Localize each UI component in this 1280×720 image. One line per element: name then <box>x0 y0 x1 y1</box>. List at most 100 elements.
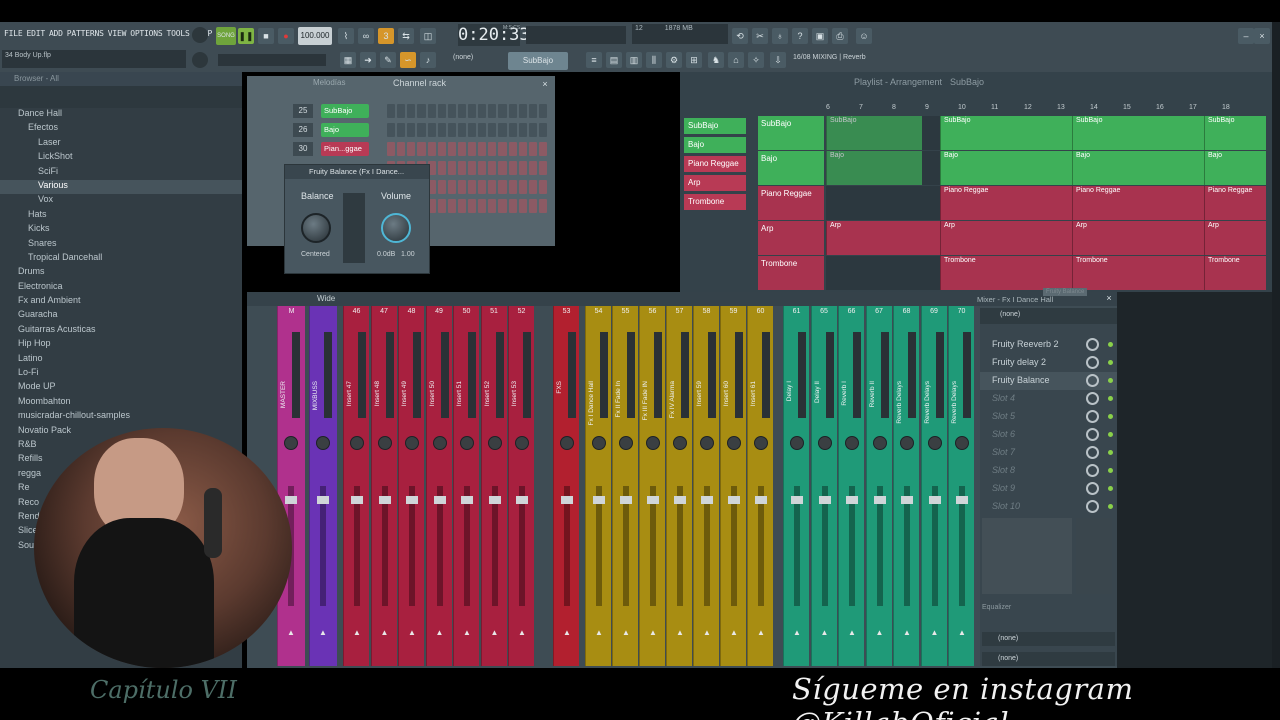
step-button[interactable] <box>498 199 507 213</box>
effect-slot[interactable]: Slot 10 <box>980 498 1117 516</box>
snap-select[interactable]: (none) <box>450 53 490 67</box>
route-arrow-icon[interactable]: ▲ <box>436 628 444 637</box>
slot-enable-led[interactable] <box>1108 504 1113 509</box>
fader-handle[interactable] <box>647 496 659 504</box>
route-arrow-icon[interactable]: ▲ <box>518 628 526 637</box>
volume-fader[interactable] <box>593 486 605 606</box>
insert-name[interactable]: Insert 60 <box>723 381 735 406</box>
step-button[interactable] <box>407 123 416 137</box>
browser-item[interactable]: Electronica <box>0 281 242 295</box>
browser-item[interactable]: Mode UP <box>0 381 242 395</box>
cut-icon[interactable]: ✂ <box>752 28 768 44</box>
step-button[interactable] <box>538 161 547 175</box>
step-button[interactable] <box>427 123 436 137</box>
undo-icon[interactable]: ⟲ <box>732 28 748 44</box>
step-button[interactable] <box>488 199 497 213</box>
slot-enable-led[interactable] <box>1108 414 1113 419</box>
step-button[interactable] <box>498 123 507 137</box>
volume-fader[interactable] <box>647 486 659 606</box>
volume-fader[interactable] <box>791 486 803 606</box>
route-arrow-icon[interactable]: ▲ <box>491 628 499 637</box>
pan-knob[interactable] <box>487 436 502 450</box>
insert-name[interactable]: Delay II <box>814 381 826 403</box>
wait-icon[interactable]: ◫ <box>420 28 436 44</box>
step-button[interactable] <box>498 104 507 118</box>
pan-knob[interactable] <box>592 436 606 450</box>
mixer-insert-strip[interactable]: 49 Insert 50 ▲ <box>425 306 452 666</box>
step-button[interactable] <box>397 104 406 118</box>
insert-name[interactable]: Reverb Delays <box>924 381 936 424</box>
volume-fader[interactable] <box>674 486 686 606</box>
step-button[interactable] <box>508 123 517 137</box>
fader-handle[interactable] <box>378 496 391 504</box>
chat-icon[interactable]: ☺ <box>856 28 872 44</box>
slot-mix-knob[interactable] <box>1086 338 1099 351</box>
fader-handle[interactable] <box>873 496 886 504</box>
playlist-clip[interactable]: Trombone <box>1072 256 1204 290</box>
fader-handle[interactable] <box>461 496 473 504</box>
fader-handle[interactable] <box>928 496 941 504</box>
step-button[interactable] <box>518 180 527 194</box>
pan-knob[interactable] <box>955 436 969 450</box>
playlist-clip[interactable]: Arp <box>940 221 1072 255</box>
mixer-insert-strip[interactable]: 54 Fx I Dance Hall ▲ <box>585 306 611 666</box>
browser-item[interactable]: SciFi <box>0 166 242 180</box>
step-button[interactable] <box>538 123 547 137</box>
insert-name[interactable]: Insert 47 <box>346 381 358 406</box>
volume-fader[interactable] <box>956 486 968 606</box>
mixer-insert-strip[interactable]: MIXBUSS ▲ <box>309 306 337 666</box>
browser-item[interactable]: Vox <box>0 194 242 208</box>
pan-knob[interactable] <box>432 436 447 450</box>
insert-name[interactable]: Insert 50 <box>429 381 441 406</box>
playlist-clip[interactable]: SubBajo <box>826 116 922 150</box>
pencil-icon[interactable]: ✎ <box>380 52 396 68</box>
volume-fader[interactable] <box>701 486 713 606</box>
mixer-insert-strip[interactable]: 55 Fx II Fade In ▲ <box>612 306 638 666</box>
step-button[interactable] <box>447 180 456 194</box>
menu-view[interactable]: VIEW <box>108 29 127 38</box>
step-button[interactable] <box>518 142 527 156</box>
mixer-insert-strip[interactable]: 46 Insert 47 ▲ <box>343 306 369 666</box>
mixer-preset[interactable]: (none) <box>980 308 1117 324</box>
channel-name-button[interactable]: SubBajo <box>321 104 369 118</box>
slot-mix-knob[interactable] <box>1086 428 1099 441</box>
playlist-track-header[interactable]: SubBajo <box>758 116 824 150</box>
eq-sliders[interactable] <box>1076 518 1112 594</box>
step-button[interactable] <box>457 199 466 213</box>
vertical-scrollbar[interactable] <box>1272 22 1280 668</box>
browser-item[interactable]: Drums <box>0 266 242 280</box>
insert-name[interactable]: Insert 59 <box>696 381 708 406</box>
insert-name[interactable]: Insert 48 <box>374 381 386 406</box>
mixer-insert-strip[interactable]: 65 Delay II ▲ <box>810 306 837 666</box>
playlist-clip[interactable]: Bajo <box>940 151 1072 185</box>
playlist-icon[interactable]: ≡ <box>586 52 602 68</box>
step-button[interactable] <box>508 180 517 194</box>
pan-knob[interactable] <box>560 436 574 450</box>
balance-knob[interactable] <box>301 213 331 243</box>
effect-slot[interactable]: Slot 6 <box>980 426 1117 444</box>
step-button[interactable] <box>528 104 537 118</box>
countdown-icon[interactable]: 3 <box>378 28 394 44</box>
route-arrow-icon[interactable]: ▲ <box>757 628 765 637</box>
menu-add[interactable]: ADD <box>49 29 63 38</box>
route-arrow-icon[interactable]: ▲ <box>595 628 603 637</box>
step-button[interactable] <box>528 142 537 156</box>
close-window-icon[interactable]: × <box>1254 28 1270 44</box>
route-arrow-icon[interactable]: ▲ <box>622 628 630 637</box>
volume-fader[interactable] <box>901 486 913 606</box>
pan-knob[interactable] <box>405 436 419 450</box>
metronome-icon[interactable]: ⌇ <box>338 28 354 44</box>
pan-knob[interactable] <box>727 436 741 450</box>
playlist-track-header[interactable]: Bajo <box>758 151 824 185</box>
pan-knob[interactable] <box>872 436 887 450</box>
slot-enable-led[interactable] <box>1108 378 1113 383</box>
browser-item[interactable]: Guitarras Acusticas <box>0 324 242 338</box>
master-volume-knob[interactable] <box>192 27 208 43</box>
fader-handle[interactable] <box>433 496 446 504</box>
slot-mix-knob[interactable] <box>1086 410 1099 423</box>
playlist-breadcrumb[interactable]: SubBajo <box>950 77 984 87</box>
browser-item[interactable]: Hats <box>0 209 242 223</box>
playlist-ruler[interactable]: 6 7 8 9 10 11 12 13 14 15 16 17 18 <box>826 104 1266 114</box>
playlist-track-header[interactable]: Piano Reggae <box>758 186 824 220</box>
step-button[interactable] <box>437 142 446 156</box>
